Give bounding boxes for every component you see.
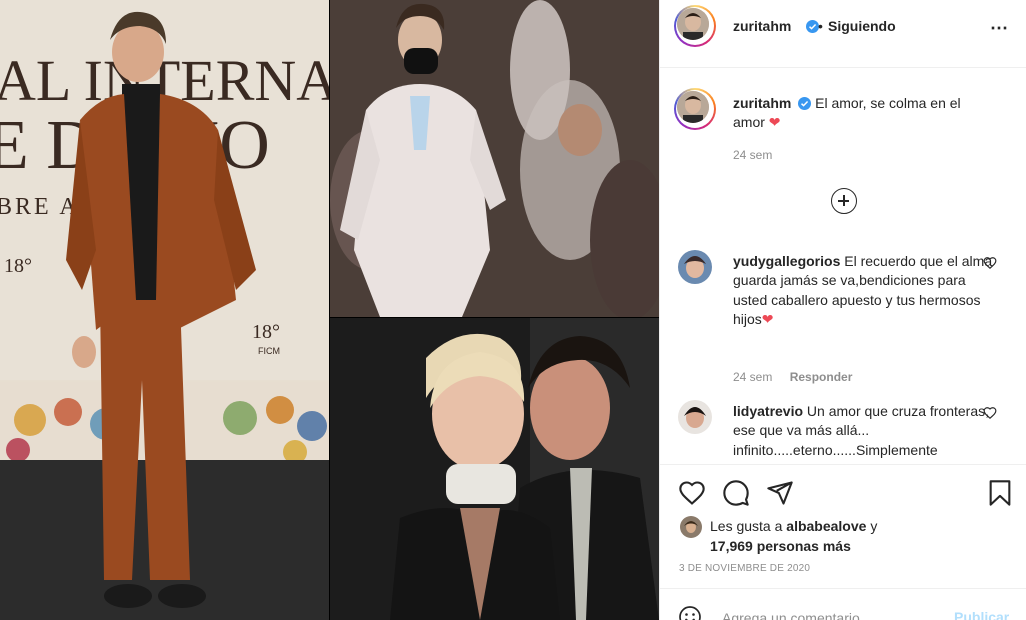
action-bar <box>660 464 1026 507</box>
follow-separator: • <box>818 18 823 34</box>
photo-couple <box>330 318 659 620</box>
liker-avatar[interactable] <box>680 516 702 538</box>
comment-heart-emoji: ❤ <box>761 310 774 327</box>
comment-meta: 24 sem Responder <box>733 370 852 384</box>
likes-joiner: y <box>870 518 878 534</box>
backdrop-badge-sub: FICM <box>258 346 280 356</box>
backdrop-badge-2: 18° <box>252 321 280 343</box>
comments-list[interactable]: yudygallegorios El recuerdo que el alma … <box>660 240 1026 464</box>
more-options-icon[interactable]: ⋯ <box>990 18 1009 39</box>
commenter-username[interactable]: yudygallegorios <box>733 253 840 269</box>
add-comment-bar: Publicar <box>660 588 1026 620</box>
commenter-avatar[interactable] <box>678 250 712 284</box>
reply-button[interactable]: Responder <box>790 370 853 384</box>
author-avatar[interactable] <box>674 5 716 47</box>
post-header: zuritahm • Siguiendo ⋯ <box>660 0 1026 68</box>
post-media[interactable]: AL INTERNAC E DE MO BRE A ICIEMBR 18° 18… <box>0 0 659 620</box>
likes-count[interactable]: 17,969 personas más <box>710 538 851 554</box>
emoji-smiley-icon[interactable] <box>678 605 702 620</box>
like-heart-icon[interactable] <box>678 479 706 507</box>
post-comment-button[interactable]: Publicar <box>954 609 1009 620</box>
comment-text: yudygallegorios El recuerdo que el alma … <box>733 252 995 329</box>
load-more-comments-icon[interactable] <box>831 188 857 214</box>
comment-timestamp[interactable]: 24 sem <box>733 370 772 384</box>
like-comment-heart-icon[interactable] <box>983 256 997 270</box>
photo-man-white-suit <box>330 0 659 317</box>
commenter-username[interactable]: lidyatrevio <box>733 403 803 419</box>
commenter-avatar[interactable] <box>678 400 712 434</box>
post-date[interactable]: 3 de noviembre de 2020 <box>679 563 810 574</box>
photo-man-rust-suit: AL INTERNAC E DE MO BRE A ICIEMBR 18° 18… <box>0 0 329 620</box>
comment-bubble-icon[interactable] <box>722 479 750 507</box>
share-plane-icon[interactable] <box>766 479 794 507</box>
caption-heart-emoji: ❤ <box>768 114 781 130</box>
author-username[interactable]: zuritahm <box>733 18 791 34</box>
liker-username[interactable]: albabealove <box>786 518 866 534</box>
post-sidebar: zuritahm • Siguiendo ⋯ zuritahm El amor,… <box>659 0 1026 620</box>
like-comment-heart-icon[interactable] <box>983 406 997 420</box>
comment-input[interactable] <box>722 607 942 620</box>
following-button[interactable]: Siguiendo <box>828 18 896 34</box>
caption-username[interactable]: zuritahm <box>733 95 791 111</box>
caption-text: zuritahm El amor, se colma en el amor ❤ <box>733 94 993 132</box>
backdrop-badge: 18° <box>4 255 32 277</box>
caption-verified-icon <box>798 97 812 110</box>
likes-text: Les gusta a albabealove y 17,969 persona… <box>710 516 1010 556</box>
caption-avatar[interactable] <box>674 88 716 130</box>
likes-prefix: Les gusta a <box>710 518 783 534</box>
caption-timestamp[interactable]: 24 sem <box>733 148 772 162</box>
save-bookmark-icon[interactable] <box>986 479 1014 507</box>
comment-text: lidyatrevio Un amor que cruza fronteras,… <box>733 402 995 460</box>
